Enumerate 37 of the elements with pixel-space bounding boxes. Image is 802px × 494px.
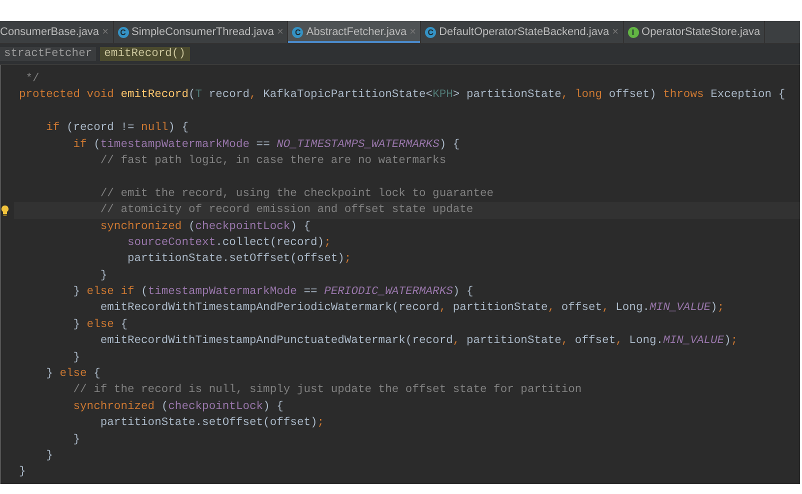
code-line: emitRecordWithTimestampAndPeriodicWatermark(record, partitionState, offset, Long.MIN_VALUE);: [99, 302, 724, 314]
code-line: // atomicity of record emission and offset state update: [99, 204, 474, 216]
code-line: } else if (timestampWatermarkMode == PERIODIC_WATERMARKS) {: [72, 286, 474, 298]
code-line: emitRecordWithTimestampAndPunctuatedWatermark(record, partitionState, offset, Long.MIN_VALUE);: [99, 335, 738, 348]
lightbulb-icon[interactable]: [1, 204, 9, 216]
code-line: protected void emitRecord(T record, KafkaTopicPartitionState<KPH> partitionState, long offset) throws Exception {: [19, 89, 786, 102]
code-line: // emit the record, using the checkpoint lock to guarantee: [99, 188, 494, 200]
code-line: partitionState.setOffset(offset);: [126, 253, 352, 266]
code-line: // fast path logic, in case there are no watermarks: [99, 154, 446, 167]
code-line: partitionState.setOffset(offset);: [99, 417, 324, 430]
code-line: */: [24, 73, 40, 85]
close-icon[interactable]: ×: [102, 26, 108, 38]
file-tab[interactable]: C AbstractFetcher.java ×: [288, 21, 422, 43]
interface-icon: I: [628, 26, 639, 38]
code-line: sourceContext.collect(record);: [126, 236, 331, 249]
code-line: // if the record is null, simply just update the offset state for partition: [72, 384, 582, 396]
file-tab[interactable]: C DefaultOperatorStateBackend.java ×: [421, 21, 624, 43]
file-tab[interactable]: ConsumerBase.java ×: [0, 21, 114, 43]
class-icon: C: [292, 26, 304, 38]
code-line: if (record != null) {: [45, 122, 189, 134]
close-icon[interactable]: ×: [276, 26, 284, 38]
code-line: synchronized (checkpointLock) {: [99, 220, 311, 233]
close-icon[interactable]: ×: [612, 26, 619, 38]
class-icon: C: [425, 26, 436, 38]
code-line: synchronized (checkpointLock) {: [72, 400, 284, 413]
code-line: }: [72, 434, 80, 446]
class-icon: C: [118, 26, 128, 38]
breadcrumb-item[interactable]: emitRecord(): [100, 47, 190, 61]
breadcrumb-item[interactable]: stractFetcher: [0, 47, 96, 61]
code-line: } else {: [45, 368, 100, 380]
code-line: }: [99, 270, 108, 282]
code-line: } else {: [72, 318, 128, 331]
code-line: }: [45, 450, 53, 462]
code-line: }: [19, 466, 26, 478]
code-line: }: [72, 352, 80, 364]
file-tab[interactable]: I OperatorStateStore.java: [624, 21, 766, 43]
code-line: if (timestampWatermarkMode == NO_TIMESTAMPS_WATERMARKS) {: [72, 138, 460, 151]
